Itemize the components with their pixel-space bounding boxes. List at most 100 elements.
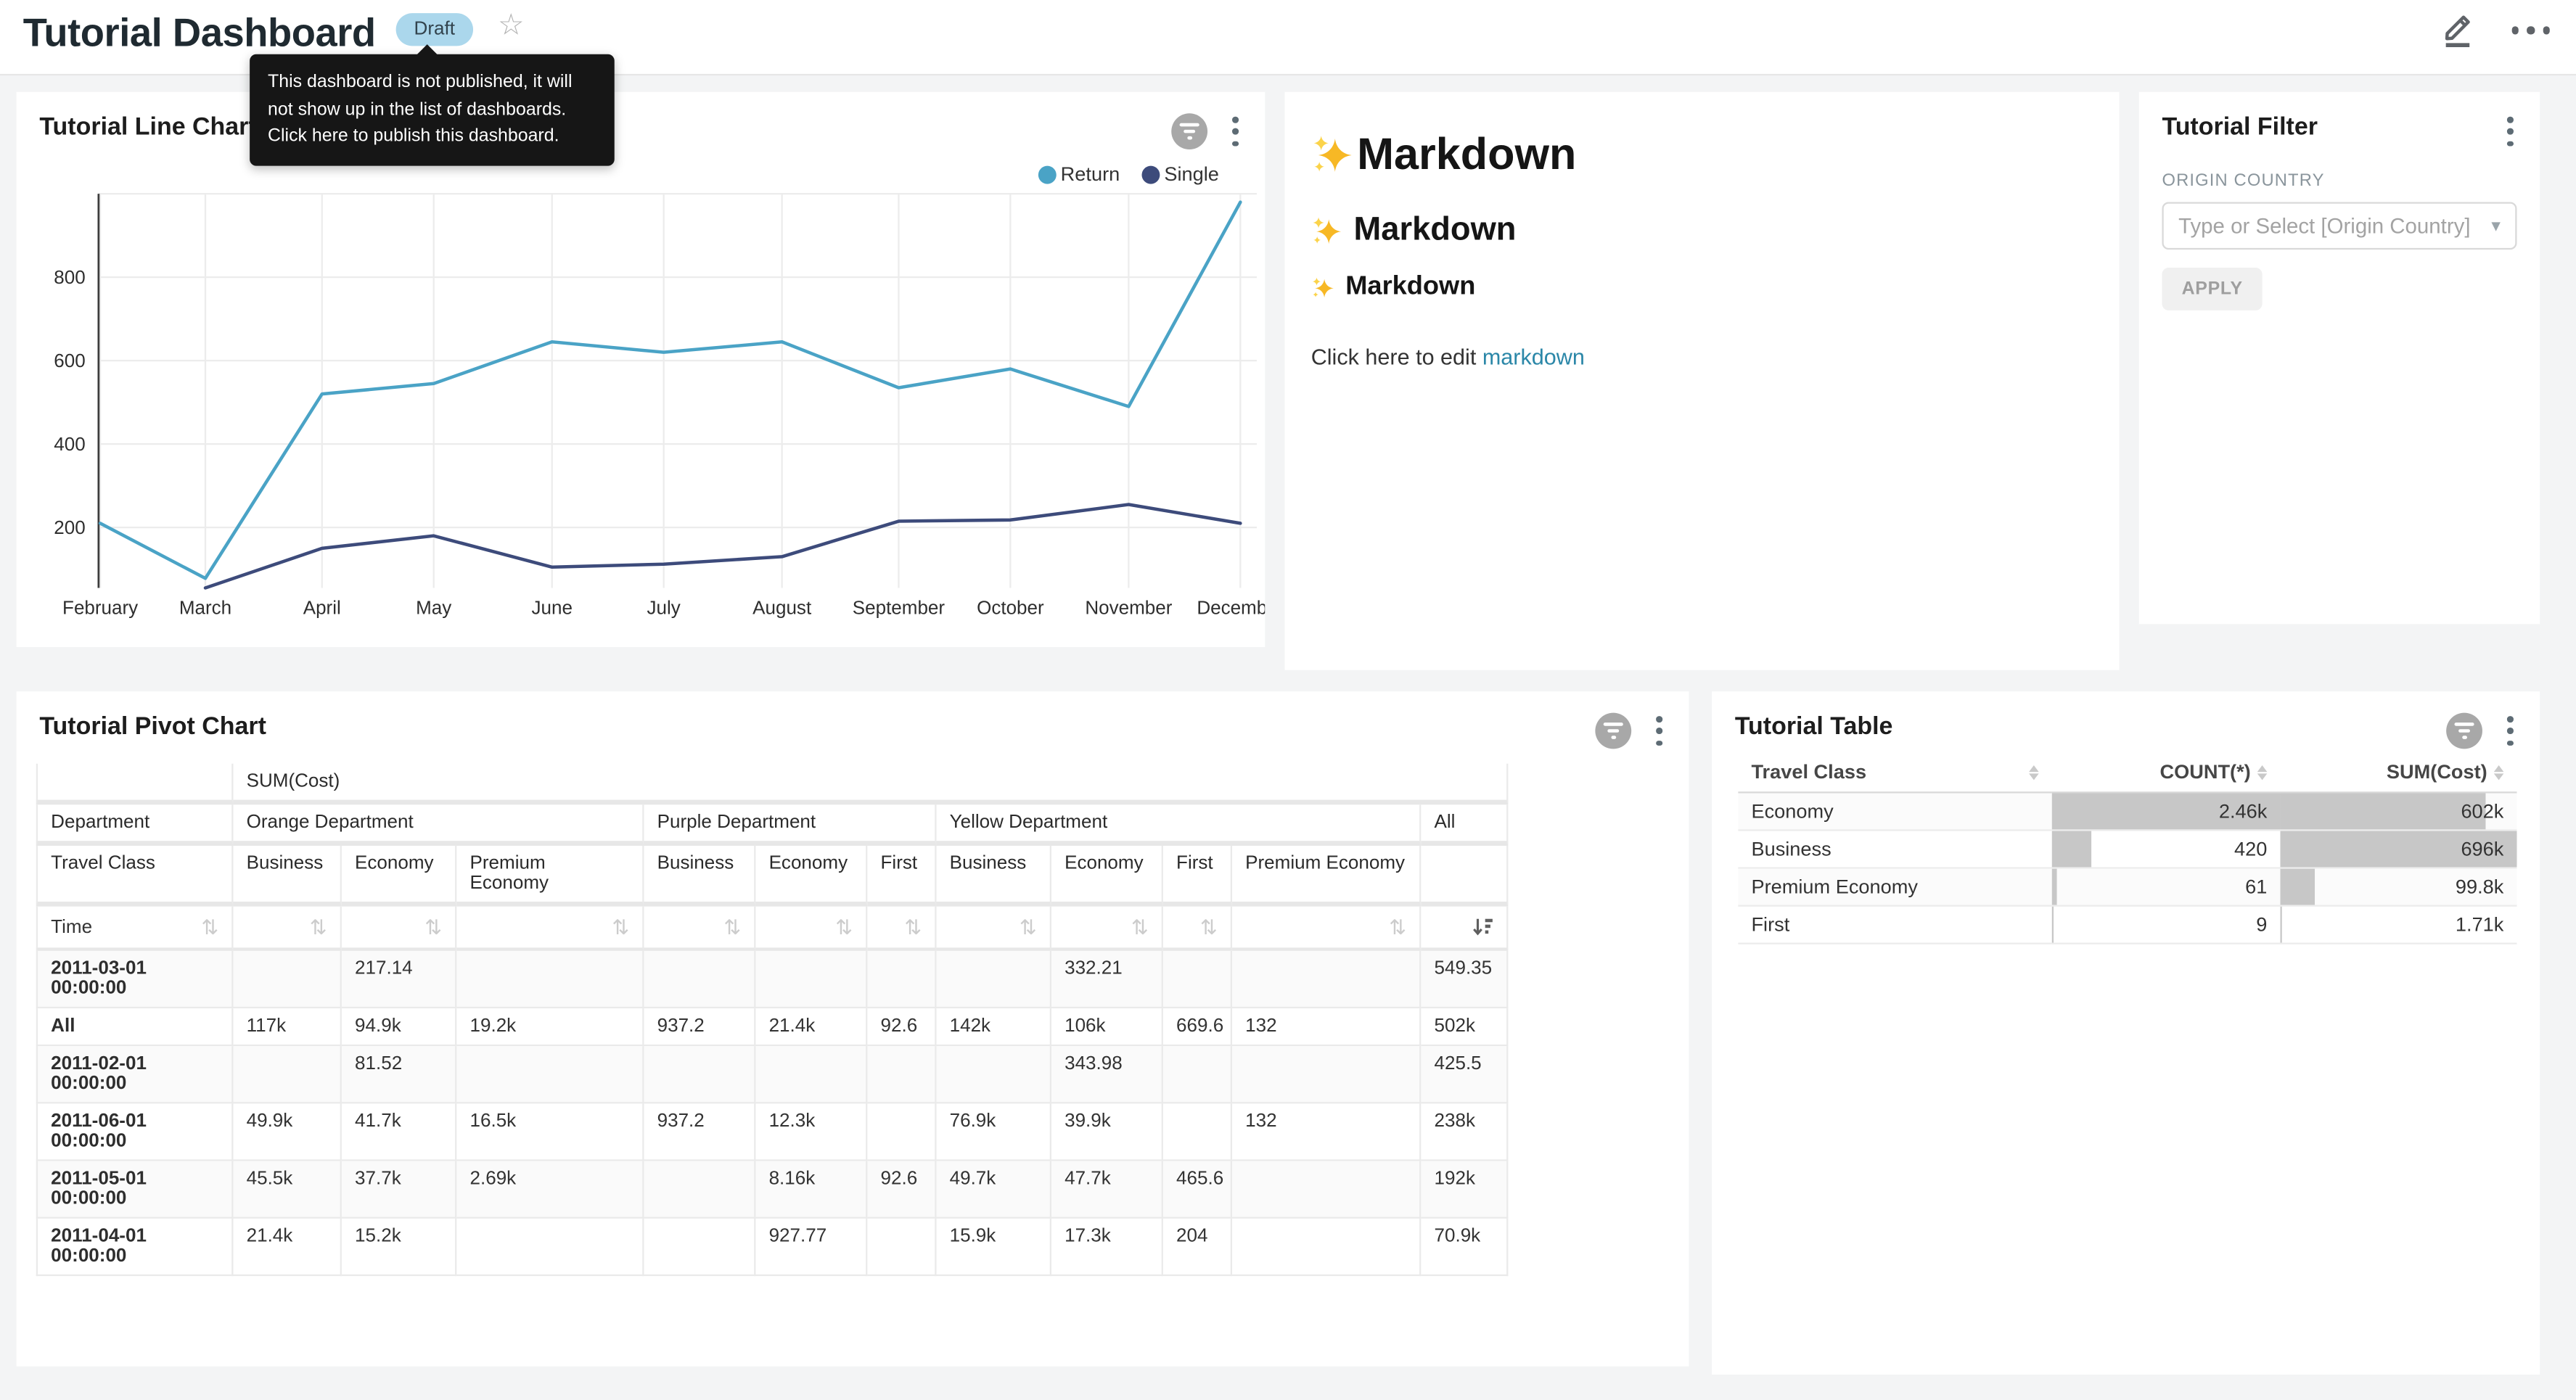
pivot-cell [1232,1219,1421,1276]
pivot-cell: 937.2 [644,1103,756,1161]
markdown-heading-2: Markdown [1311,212,2093,250]
pivot-cell [936,1046,1051,1103]
origin-country-select[interactable]: Type or Select [Origin Country] ▾ [2162,202,2516,250]
column-header-label: Travel Class [1751,760,1866,783]
pivot-sort-column: ⇅ [1051,907,1163,951]
value-bar [2280,869,2314,905]
sort-arrows-icon[interactable]: ⇅ [1131,917,1149,936]
sort-arrows-icon[interactable]: ⇅ [835,917,853,936]
pivot-sort-column: ⇅ [755,907,867,951]
column-header-sum-cost-[interactable]: SUM(Cost) [2280,755,2516,793]
pivot-title: Tutorial Pivot Chart [39,713,266,741]
pivot-cell: 192k [1421,1161,1508,1219]
pivot-cell [644,1219,756,1276]
chart-title: Tutorial Line Chart [39,113,256,141]
table-row: First91.71k [1738,907,2516,944]
x-axis-tick-label: November [1085,597,1172,619]
cell-value: 420 [2234,838,2267,861]
pivot-cell: 15.9k [936,1219,1051,1276]
sparkles-icon [1311,214,1344,247]
sort-arrows-icon [2494,765,2504,779]
filter-title: Tutorial Filter [2162,113,2317,141]
column-header-count-[interactable]: COUNT(*) [2052,755,2281,793]
pivot-cell: 49.7k [936,1161,1051,1219]
travel-class-cell: Business [1738,831,2051,869]
value-bar [2280,907,2281,943]
origin-country-label: ORIGIN COUNTRY [2162,170,2516,190]
select-placeholder: Type or Select [Origin Country] [2178,213,2470,238]
panel-tutorial-filter: Tutorial Filter ORIGIN COUNTRY Type or S… [2139,92,2540,625]
sort-arrows-icon[interactable]: ⇅ [310,917,327,936]
sort-descending-icon[interactable] [1472,916,1493,937]
pivot-cell [1232,1161,1421,1219]
value-bar [2052,869,2058,905]
pivot-cell: 2.69k [456,1161,644,1219]
ellipsis-icon[interactable] [2505,20,2556,41]
pivot-class-header: Business [644,846,756,907]
pivot-cell: 92.6 [867,1008,936,1046]
pivot-class-label: Travel Class [36,846,234,907]
column-header-travel-class[interactable]: Travel Class [1738,755,2051,793]
pivot-cell [644,1046,756,1103]
markdown-h2-text: Markdown [1354,212,1517,250]
chart-header-icons [1172,113,1245,150]
pivot-cell: 94.9k [342,1008,456,1046]
draft-badge[interactable]: Draft [396,13,473,46]
pivot-row-label: All [36,1008,234,1046]
data-table: Travel ClassCOUNT(*)SUM(Cost)Economy2.46… [1738,755,2516,944]
pivot-cell [1163,1046,1232,1103]
pivot-cell [1232,1046,1421,1103]
sort-arrows-icon[interactable]: ⇅ [1200,917,1218,936]
pivot-cell: 927.77 [755,1219,867,1276]
y-axis-tick-label: 400 [54,433,85,455]
tooltip-line: This dashboard is not published, it will [268,69,596,96]
pivot-metric-row: SUM(Cost) [36,764,1509,805]
pivot-sort-column: ⇅ [233,907,341,951]
pivot-class-header: First [1163,846,1232,907]
pivot-cell: 45.5k [233,1161,341,1219]
column-header-label: SUM(Cost) [2387,760,2487,783]
table-title: Tutorial Table [1735,713,1893,741]
markdown-h1-text: Markdown [1357,130,1576,181]
pivot-class-header: Economy [342,846,456,907]
sort-arrows-icon[interactable]: ⇅ [612,917,629,936]
pivot-sort-column: ⇅ [867,907,936,951]
y-axis-tick-label: 600 [54,350,85,371]
markdown-h3-text: Markdown [1345,273,1475,302]
kebab-menu-icon[interactable] [1226,113,1245,150]
x-axis-tick-label: April [303,597,341,619]
pivot-cell: 37.7k [342,1161,456,1219]
sort-arrows-icon[interactable]: ⇅ [723,917,741,936]
line-series-single [205,505,1240,588]
filter-circle-icon[interactable] [2447,713,2483,749]
sort-arrows-icon[interactable]: ⇅ [1020,917,1037,936]
edit-pencil-icon[interactable] [2437,10,2479,52]
pivot-all-header: All [1421,804,1508,846]
apply-button[interactable]: APPLY [2162,268,2262,310]
pivot-sort-column: ⇅ [1163,907,1232,951]
value-bar [2280,794,2485,830]
count-cell: 420 [2052,831,2281,869]
sort-arrows-icon[interactable]: ⇅ [201,917,218,936]
sort-arrows-icon[interactable]: ⇅ [904,917,922,936]
pivot-data-row: 2011-02-01 00:00:0081.52343.98425.5 [36,1046,1509,1103]
kebab-menu-icon[interactable] [2501,713,2520,750]
filter-circle-icon[interactable] [1596,713,1632,749]
kebab-menu-icon[interactable] [1650,713,1670,750]
kebab-menu-icon[interactable] [2501,113,2520,150]
markdown-cta-text: Click here to edit [1311,345,1482,369]
y-axis-tick-label: 200 [54,516,85,538]
pivot-class-header: First [867,846,936,907]
star-icon[interactable]: ☆ [498,8,525,43]
sort-arrows-icon[interactable]: ⇅ [1389,917,1406,936]
markdown-edit-link[interactable]: markdown [1482,345,1585,369]
pivot-cell: 502k [1421,1008,1508,1046]
sort-arrows-icon[interactable]: ⇅ [424,917,442,936]
cell-value: 61 [2245,876,2267,899]
pivot-class-row: Travel ClassBusinessEconomyPremium Econo… [36,846,1509,907]
pivot-cell: 41.7k [342,1103,456,1161]
sum-cell: 1.71k [2280,907,2516,944]
filter-circle-icon[interactable] [1172,114,1208,150]
pivot-cell [1232,951,1421,1008]
pivot-cell [755,1046,867,1103]
